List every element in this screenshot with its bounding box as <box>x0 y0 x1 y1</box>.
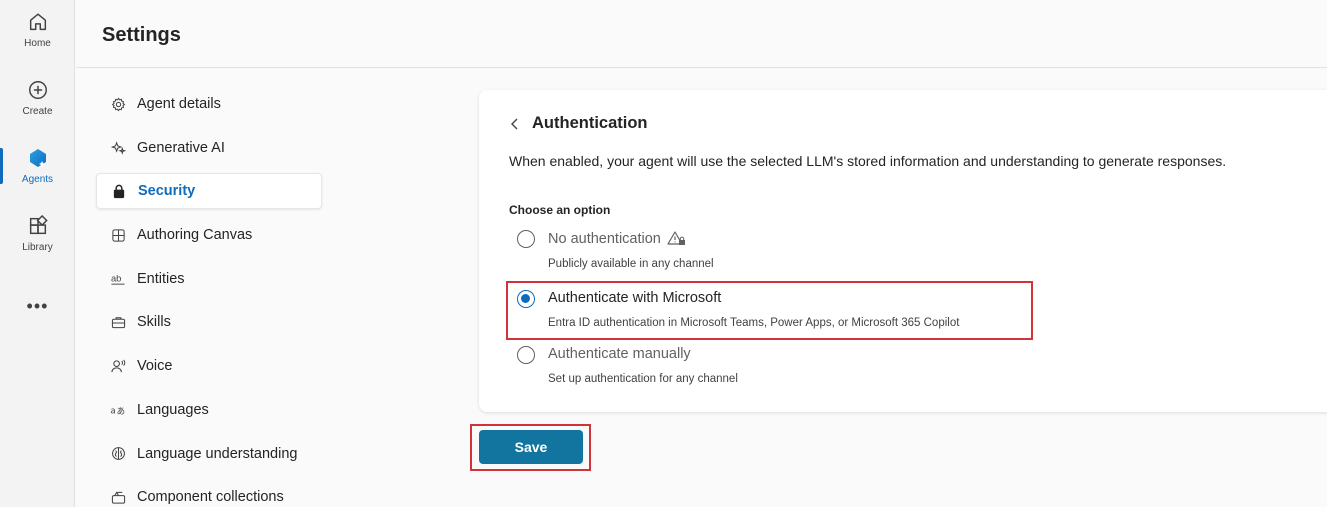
grid-icon <box>110 227 126 243</box>
nav-item-agent-details[interactable]: Agent details <box>96 86 322 122</box>
rail-item-library[interactable]: Library <box>0 204 75 264</box>
left-rail: Home Create Agents Library ••• <box>0 0 75 507</box>
nav-item-entities[interactable]: ab Entities <box>96 261 322 297</box>
briefcase-icon <box>110 314 126 330</box>
authentication-card: Authentication When enabled, your agent … <box>479 90 1327 412</box>
brain-icon <box>110 446 126 462</box>
rail-item-agents[interactable]: Agents <box>0 136 75 196</box>
nav-item-security[interactable]: Security <box>96 173 322 210</box>
plus-circle-icon <box>26 78 50 102</box>
nav-label: Security <box>138 183 196 200</box>
radio-no-authentication[interactable] <box>517 230 535 248</box>
more-options-icon[interactable]: ••• <box>0 294 75 318</box>
rail-label-create: Create <box>22 106 53 117</box>
page-header: Settings <box>76 0 1327 68</box>
app-window: Home Create Agents Library ••• Settings <box>0 0 1327 507</box>
option-group-label: Choose an option <box>509 203 611 217</box>
nav-item-skills[interactable]: Skills <box>96 304 322 340</box>
rail-item-create[interactable]: Create <box>0 68 75 128</box>
nav-label: Skills <box>137 314 171 331</box>
radio-authenticate-manually[interactable] <box>517 346 535 364</box>
text-ab-icon: ab <box>110 271 126 287</box>
collection-icon <box>110 489 126 505</box>
option-label: Authenticate manually <box>548 346 691 362</box>
nav-label: Languages <box>137 401 209 418</box>
nav-item-languages[interactable]: aあ Languages <box>96 392 322 428</box>
nav-item-voice[interactable]: Voice <box>96 348 322 384</box>
nav-item-component-collections[interactable]: Component collections <box>96 479 322 507</box>
svg-text:ab: ab <box>111 274 121 284</box>
highlight-save-button <box>470 424 591 471</box>
agents-icon <box>26 146 50 170</box>
rail-label-agents: Agents <box>21 174 54 185</box>
page-title: Settings <box>102 24 181 46</box>
option-description: Publicly available in any channel <box>548 258 714 270</box>
nav-label: Authoring Canvas <box>137 227 253 244</box>
nav-item-language-understanding[interactable]: Language understanding <box>96 436 322 472</box>
nav-label: Voice <box>137 358 173 375</box>
library-icon <box>26 214 50 238</box>
nav-label: Component collections <box>137 489 284 506</box>
warning-lock-icon <box>667 231 685 245</box>
option-label-wrapper: No authentication <box>548 230 687 248</box>
rail-label-home: Home <box>24 38 51 49</box>
chevron-left-icon <box>509 117 523 131</box>
nav-label: Language understanding <box>137 445 298 462</box>
nav-label: Agent details <box>137 96 221 112</box>
svg-text:a: a <box>111 406 116 416</box>
translate-icon: aあ <box>110 402 126 418</box>
option-label: No authentication <box>548 231 661 247</box>
sparkle-icon <box>110 140 126 156</box>
lock-icon <box>111 183 127 199</box>
nav-item-generative-ai[interactable]: Generative AI <box>96 130 322 166</box>
option-description: Set up authentication for any channel <box>548 373 738 385</box>
person-voice-icon <box>110 358 126 374</box>
rail-item-home[interactable]: Home <box>0 0 75 60</box>
nav-label: Generative AI <box>137 139 225 156</box>
nav-label: Entities <box>137 270 185 287</box>
card-description: When enabled, your agent will use the se… <box>509 153 1227 169</box>
gear-icon <box>110 96 126 112</box>
back-button[interactable]: Authentication <box>509 114 648 133</box>
svg-text:あ: あ <box>117 407 125 417</box>
rail-label-library: Library <box>22 242 53 253</box>
settings-nav: Agent details Generative AI Security Aut… <box>96 86 322 507</box>
card-title: Authentication <box>532 114 648 132</box>
home-icon <box>26 10 50 34</box>
highlight-selected-option <box>506 281 1033 340</box>
nav-item-authoring-canvas[interactable]: Authoring Canvas <box>96 217 322 253</box>
